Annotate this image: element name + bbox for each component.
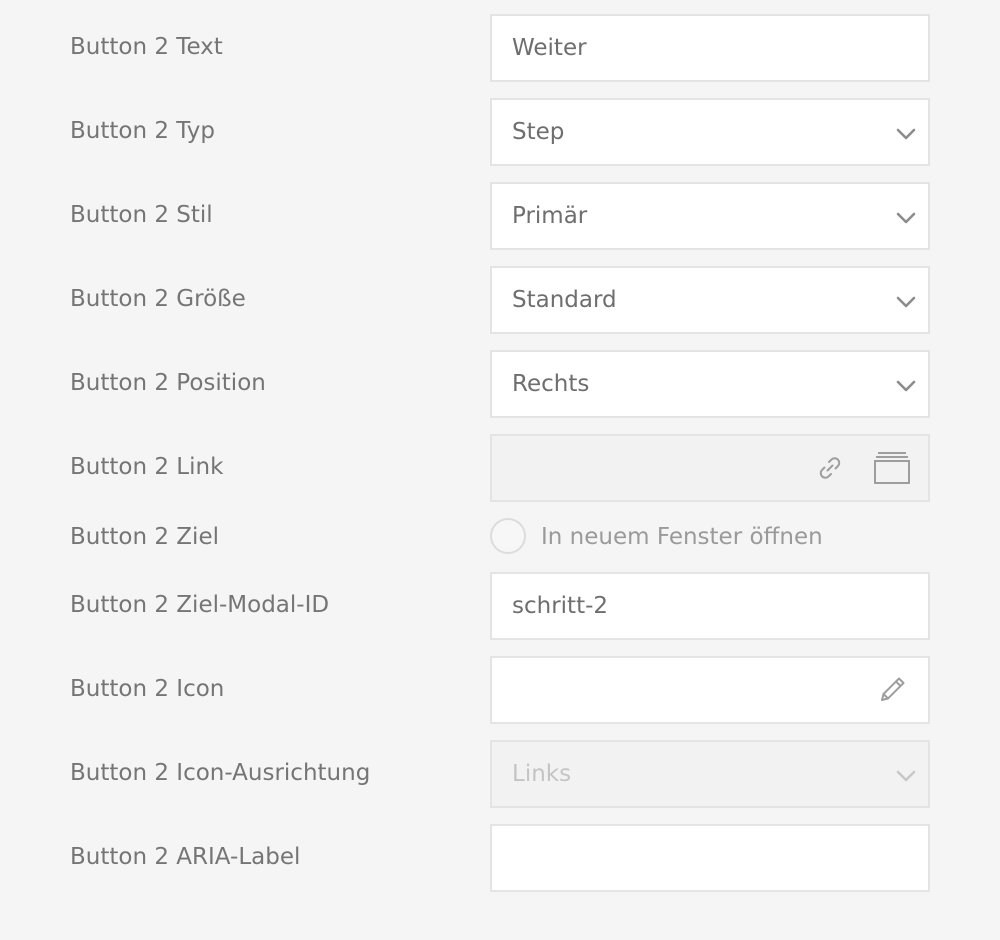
row-button-type: Button 2 Typ Step xyxy=(0,98,1000,166)
chevron-down-icon xyxy=(896,128,916,140)
chevron-down-icon xyxy=(896,770,916,782)
button-target-label: Button 2 Ziel xyxy=(70,524,219,550)
open-in-new-window-label[interactable]: In neuem Fenster öffnen xyxy=(541,517,823,557)
button-position-value: Rechts xyxy=(512,371,590,397)
button-text-input[interactable] xyxy=(490,14,930,82)
button-aria-label-input[interactable] xyxy=(490,824,930,892)
window-icon[interactable] xyxy=(870,436,914,500)
button-position-select[interactable]: Rechts xyxy=(490,350,930,418)
button-icon-field[interactable] xyxy=(490,656,930,724)
button-icon-alignment-select: Links xyxy=(490,740,930,808)
chevron-down-icon xyxy=(896,296,916,308)
pencil-icon[interactable] xyxy=(872,658,912,722)
row-button-text: Button 2 Text xyxy=(0,14,1000,82)
button-size-label: Button 2 Größe xyxy=(70,286,246,312)
row-button-icon-alignment: Button 2 Icon-Ausrichtung Links xyxy=(0,740,1000,808)
button-size-select[interactable]: Standard xyxy=(490,266,930,334)
button-2-settings-form: Button 2 Text Button 2 Typ Step Button 2… xyxy=(0,0,1000,940)
row-button-target: Button 2 Ziel In neuem Fenster öffnen xyxy=(0,517,1000,557)
button-type-select[interactable]: Step xyxy=(490,98,930,166)
chevron-down-icon xyxy=(896,212,916,224)
button-aria-label-label: Button 2 ARIA-Label xyxy=(70,844,301,870)
button-style-label: Button 2 Stil xyxy=(70,202,213,228)
button-link-field[interactable] xyxy=(490,434,930,502)
open-in-new-window-radio[interactable] xyxy=(490,518,526,554)
row-button-aria-label: Button 2 ARIA-Label xyxy=(0,824,1000,892)
row-button-icon: Button 2 Icon xyxy=(0,656,1000,724)
link-icon[interactable] xyxy=(810,436,850,500)
row-button-size: Button 2 Größe Standard xyxy=(0,266,1000,334)
row-button-style: Button 2 Stil Primär xyxy=(0,182,1000,250)
button-style-value: Primär xyxy=(512,203,588,229)
button-size-value: Standard xyxy=(512,287,617,313)
button-position-label: Button 2 Position xyxy=(70,370,266,396)
button-type-value: Step xyxy=(512,119,565,145)
row-button-position: Button 2 Position Rechts xyxy=(0,350,1000,418)
chevron-down-icon xyxy=(896,380,916,392)
button-icon-alignment-label: Button 2 Icon-Ausrichtung xyxy=(70,760,371,786)
button-type-label: Button 2 Typ xyxy=(70,118,215,144)
button-link-label: Button 2 Link xyxy=(70,454,224,480)
button-style-select[interactable]: Primär xyxy=(490,182,930,250)
button-icon-label: Button 2 Icon xyxy=(70,676,225,702)
row-button-modal-id: Button 2 Ziel-Modal-ID xyxy=(0,572,1000,640)
row-button-link: Button 2 Link xyxy=(0,434,1000,502)
button-modal-id-label: Button 2 Ziel-Modal-ID xyxy=(70,592,330,618)
button-icon-alignment-value: Links xyxy=(512,761,572,787)
button-modal-id-input[interactable] xyxy=(490,572,930,640)
button-text-label: Button 2 Text xyxy=(70,34,223,60)
